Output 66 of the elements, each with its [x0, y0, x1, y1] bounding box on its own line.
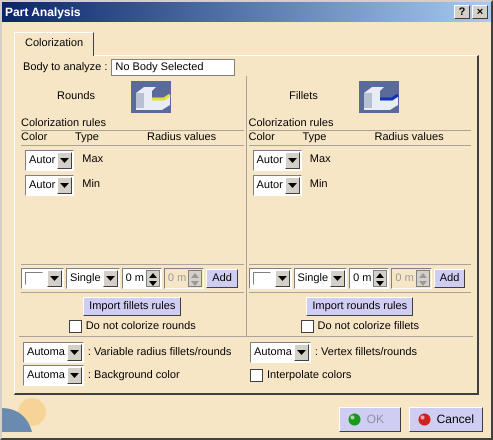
caret-icon: [57, 176, 72, 194]
color-dropdown[interactable]: Autor: [252, 150, 302, 171]
option-label: : Vertex fillets/rounds: [314, 346, 418, 359]
caret-icon: [294, 344, 309, 361]
spin-arrows-icon: [188, 270, 202, 287]
caret-icon: [274, 270, 290, 287]
section-label: Colorization rules: [248, 117, 471, 132]
caret-icon: [66, 344, 82, 361]
color-dropdown[interactable]: Autor: [252, 174, 302, 196]
field-label: Body to analyze :: [23, 61, 108, 74]
type-dropdown[interactable]: Single: [294, 268, 348, 289]
rule-type: Min: [82, 178, 100, 192]
column-header: Color: [21, 131, 48, 145]
column-header: Color: [248, 131, 276, 145]
checkbox[interactable]: [250, 368, 263, 382]
add-button[interactable]: Add: [434, 268, 466, 288]
ok-ball-icon: [348, 413, 361, 426]
tab[interactable]: Colorization: [14, 32, 94, 56]
color-dropdown[interactable]: Automa: [23, 364, 84, 386]
spin-arrows-icon: [146, 270, 160, 287]
color-dropdown[interactable]: Automa: [250, 342, 311, 363]
fillet-icon: [358, 80, 398, 113]
checkbox-label: Interpolate colors: [267, 368, 352, 382]
radius-spinbox[interactable]: 0 m: [122, 268, 162, 289]
help-button[interactable]: ?: [454, 5, 470, 19]
caret-icon: [102, 270, 118, 287]
rule-type: Max: [82, 153, 104, 167]
caret-icon: [66, 366, 82, 384]
color-dropdown[interactable]: Autor: [25, 174, 74, 196]
type-dropdown[interactable]: Single: [66, 268, 120, 289]
color-picker-dropdown[interactable]: [21, 268, 64, 289]
caret-icon: [330, 270, 346, 287]
color-picker-dropdown[interactable]: [248, 268, 292, 289]
rule-type: Max: [310, 153, 331, 167]
spin-arrows-icon: [416, 270, 430, 287]
import-rules-button[interactable]: Import fillets rules: [83, 296, 182, 316]
column-header: Radius values: [374, 131, 444, 145]
caret-icon: [57, 152, 72, 169]
caret-icon: [47, 270, 62, 287]
caret-icon: [284, 176, 300, 194]
cancel-ball-icon: [418, 413, 431, 426]
option-label: : Background color: [88, 368, 180, 382]
column-header: Type: [302, 131, 328, 145]
checkbox[interactable]: [68, 320, 82, 333]
close-button[interactable]: ×: [472, 5, 488, 19]
rounded-edge-icon: [131, 80, 171, 113]
option-label: : Variable radius fillets/rounds: [88, 346, 232, 359]
add-button[interactable]: Add: [206, 268, 238, 288]
column-header: Type: [75, 131, 100, 145]
import-rules-button[interactable]: Import rounds rules: [306, 296, 414, 316]
checkbox[interactable]: [300, 320, 314, 333]
section-title: Fillets: [288, 90, 319, 104]
cancel-button[interactable]: Cancel: [408, 407, 483, 432]
section-title: Rounds: [56, 90, 96, 104]
window-title: Part Analysis: [5, 4, 82, 20]
color-dropdown[interactable]: Automa: [23, 342, 84, 363]
section-label: Colorization rules: [21, 117, 244, 132]
checkbox-label: Do not colorize rounds: [86, 320, 196, 333]
checkbox-label: Do not colorize fillets: [318, 320, 419, 333]
column-header: Radius values: [147, 131, 216, 145]
body-field[interactable]: No Body Selected: [111, 59, 236, 76]
rule-type: Min: [310, 178, 328, 192]
spin-arrows-icon: [373, 270, 388, 287]
radius-spinbox[interactable]: 0 m: [349, 268, 390, 289]
color-dropdown[interactable]: Autor: [25, 150, 74, 171]
caret-icon: [284, 152, 300, 169]
